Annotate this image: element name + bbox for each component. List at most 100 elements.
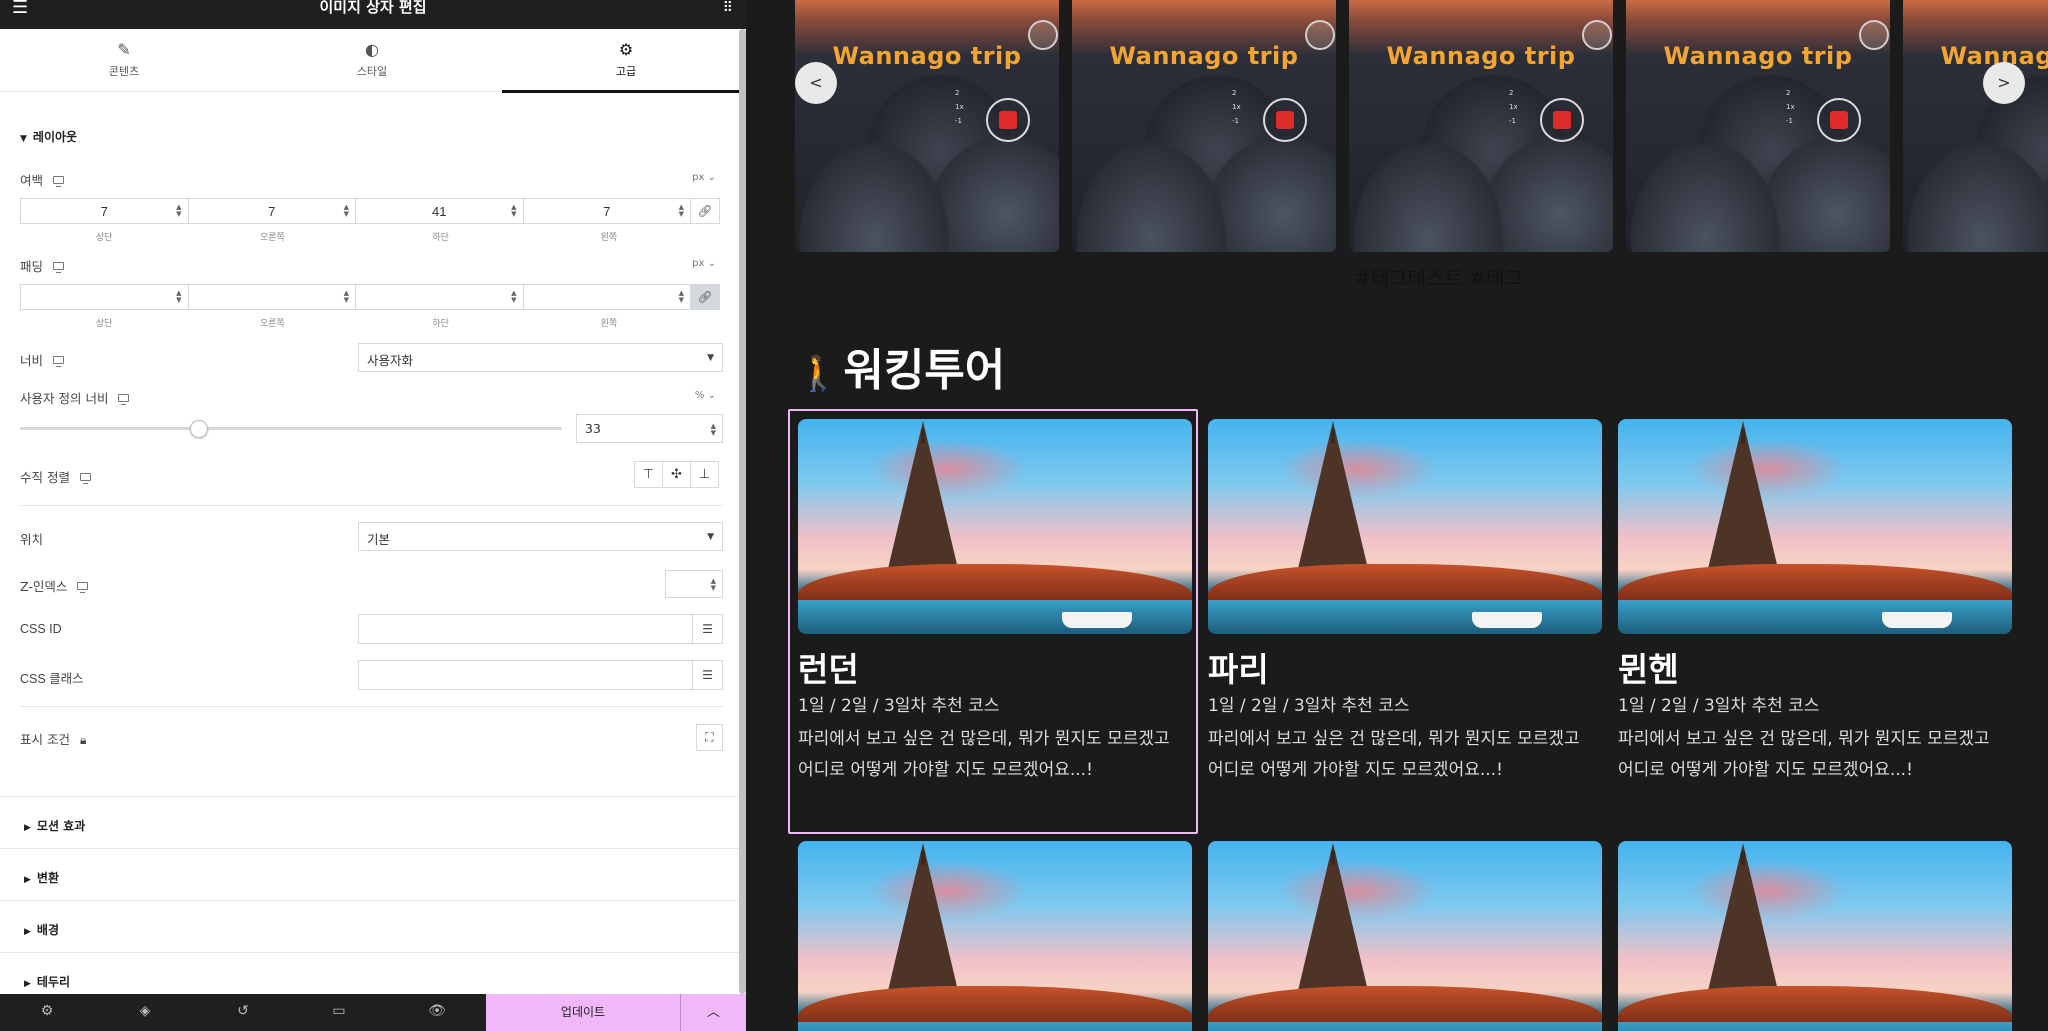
- padding-top-input[interactable]: [21, 285, 188, 309]
- slider-handle[interactable]: [190, 420, 208, 438]
- desktop-icon[interactable]: [79, 473, 91, 484]
- background-toggle[interactable]: ▶ 배경: [24, 921, 59, 938]
- padding-right-input[interactable]: [188, 285, 355, 309]
- tab-content-label: 콘텐츠: [108, 65, 140, 78]
- custom-width-unit-select[interactable]: % ⌄: [695, 390, 716, 401]
- tag-text[interactable]: #태그테스트 #태그: [1354, 262, 1523, 291]
- carousel-slide[interactable]: Wannago trip21x-1: [1072, 0, 1336, 252]
- apps-grid-icon[interactable]: ⠿: [723, 1, 733, 15]
- tab-style[interactable]: ◐ 스타일: [248, 29, 496, 92]
- dynamic-tags-icon[interactable]: ☰: [692, 614, 723, 644]
- carousel-slide[interactable]: Wannago trip21x-1: [1903, 0, 2048, 252]
- panel-header: ☰ 이미지 상자 편집 ⠿: [0, 0, 746, 29]
- custom-width-input[interactable]: 33 ▲ ▼: [576, 414, 723, 443]
- padding-left-input[interactable]: [523, 285, 690, 309]
- margin-right-field[interactable]: ▲▼: [187, 198, 356, 224]
- padding-bottom-input[interactable]: [356, 285, 523, 309]
- background-section[interactable]: ▶ 배경: [0, 900, 746, 952]
- desktop-icon[interactable]: [53, 176, 65, 187]
- history-icon[interactable]: ↺: [228, 1003, 258, 1019]
- transform-toggle[interactable]: ▶ 변환: [24, 869, 59, 886]
- link-values-button[interactable]: 🔗︎: [690, 198, 720, 224]
- margin-bottom-field[interactable]: ▲▼: [355, 198, 524, 224]
- margin-unit-select[interactable]: px ⌄: [692, 172, 716, 183]
- align-middle-icon[interactable]: ✣: [662, 461, 691, 488]
- slide-dial-numbers: 2 1x -1: [955, 89, 964, 125]
- tour-card[interactable]: 런던 1일 / 2일 / 3일차 추천 코스 파리에서 보고 싶은 건 많은데,…: [798, 419, 1192, 786]
- border-toggle[interactable]: ▶ 테두리: [24, 973, 70, 990]
- card-image[interactable]: [798, 419, 1192, 634]
- tab-content[interactable]: ✎ 콘텐츠: [0, 29, 248, 92]
- preview-eye-icon[interactable]: 👁︎: [422, 1003, 452, 1019]
- tour-card[interactable]: [1618, 841, 2012, 1031]
- dynamic-tags-icon[interactable]: ☰: [692, 660, 723, 690]
- display-conditions-button[interactable]: ⛶: [696, 724, 723, 751]
- spinner-icon[interactable]: ▲ ▼: [711, 423, 716, 437]
- desktop-icon[interactable]: [118, 394, 130, 405]
- custom-width-unit: %: [694, 390, 705, 401]
- margin-right-input[interactable]: [188, 199, 355, 223]
- custom-width-slider[interactable]: [20, 427, 562, 430]
- desktop-icon[interactable]: [53, 356, 65, 367]
- margin-top-input[interactable]: [21, 199, 188, 223]
- tour-card[interactable]: 뮌헨 1일 / 2일 / 3일차 추천 코스 파리에서 보고 싶은 건 많은데,…: [1618, 419, 2012, 786]
- padding-top-field[interactable]: ▲ ▼: [20, 284, 189, 310]
- spinner-icon[interactable]: ▲ ▼: [344, 290, 349, 304]
- card-image[interactable]: [1618, 841, 2012, 1031]
- margin-left-input[interactable]: [523, 199, 690, 223]
- padding-right-field[interactable]: ▲ ▼: [187, 284, 356, 310]
- motion-effects-section[interactable]: ▶ 모션 효과: [0, 796, 746, 848]
- padding-left-field[interactable]: ▲ ▼: [522, 284, 691, 310]
- padding-unit-select[interactable]: px ⌄: [692, 258, 716, 269]
- spinner-icon[interactable]: ▲ ▼: [176, 204, 181, 218]
- width-select[interactable]: 사용자화 ▼: [358, 343, 723, 372]
- spinner-icon[interactable]: ▲ ▼: [711, 578, 716, 592]
- carousel-next-button[interactable]: >: [1983, 62, 2025, 104]
- padding-bottom-field[interactable]: ▲ ▼: [355, 284, 524, 310]
- margin-bottom-input[interactable]: [356, 199, 523, 223]
- responsive-icon[interactable]: ▭: [324, 1003, 354, 1019]
- align-top-icon[interactable]: ⊤: [634, 461, 663, 488]
- tour-card[interactable]: [798, 841, 1192, 1031]
- layers-icon[interactable]: ◈: [130, 1003, 160, 1019]
- card-image[interactable]: [1618, 419, 2012, 634]
- position-select[interactable]: 기본 ▼: [358, 522, 723, 551]
- z-index-input[interactable]: ▲ ▼: [665, 570, 723, 598]
- spinner-icon[interactable]: ▲ ▼: [679, 204, 684, 218]
- tour-card[interactable]: [1208, 841, 1602, 1031]
- spinner-icon[interactable]: ▲ ▼: [176, 290, 181, 304]
- card-subtitle: 1일 / 2일 / 3일차 추천 코스: [1618, 696, 1820, 716]
- carousel-prev-button[interactable]: <: [795, 62, 837, 104]
- tour-card[interactable]: 파리 1일 / 2일 / 3일차 추천 코스 파리에서 보고 싶은 건 많은데,…: [1208, 419, 1602, 786]
- tab-advanced-label: 고급: [615, 65, 637, 78]
- scrollbar-thumb[interactable]: [739, 29, 746, 994]
- margin-top-field[interactable]: ▲▼: [20, 198, 189, 224]
- update-button[interactable]: 업데이트: [486, 994, 680, 1031]
- carousel-slide[interactable]: Wannago trip21x-1: [795, 0, 1059, 252]
- desktop-icon[interactable]: [77, 582, 89, 593]
- transform-section[interactable]: ▶ 변환: [0, 848, 746, 900]
- spinner-icon[interactable]: ▲ ▼: [344, 204, 349, 218]
- card-image[interactable]: [1208, 419, 1602, 634]
- align-bottom-icon[interactable]: ⊥: [690, 461, 719, 488]
- css-classes-input[interactable]: [358, 660, 693, 690]
- css-id-input[interactable]: [358, 614, 693, 644]
- tab-advanced[interactable]: ⚙ 고급: [502, 29, 750, 93]
- spinner-icon[interactable]: ▲ ▼: [511, 290, 516, 304]
- spinner-icon[interactable]: ▲ ▼: [511, 204, 516, 218]
- card-image[interactable]: [1208, 841, 1602, 1031]
- desktop-icon[interactable]: [53, 262, 65, 273]
- chevron-up-icon[interactable]: ︿: [680, 994, 746, 1031]
- tab-style-label: 스타일: [356, 65, 388, 78]
- margin-left-field[interactable]: ▲▼: [522, 198, 691, 224]
- settings-icon[interactable]: ⚙: [32, 1003, 62, 1019]
- css-classes-label-text: CSS 클래스: [20, 672, 84, 686]
- carousel-slide[interactable]: Wannago trip21x-1: [1626, 0, 1890, 252]
- slide-dial-numbers: 2 1x -1: [1786, 89, 1795, 125]
- layout-section-toggle[interactable]: ▼ 레이아웃: [20, 128, 77, 145]
- carousel-slide[interactable]: Wannago trip21x-1: [1349, 0, 1613, 252]
- link-values-button[interactable]: 🔗︎: [690, 284, 720, 310]
- motion-effects-toggle[interactable]: ▶ 모션 효과: [24, 817, 85, 834]
- card-image[interactable]: [798, 841, 1192, 1031]
- spinner-icon[interactable]: ▲ ▼: [679, 290, 684, 304]
